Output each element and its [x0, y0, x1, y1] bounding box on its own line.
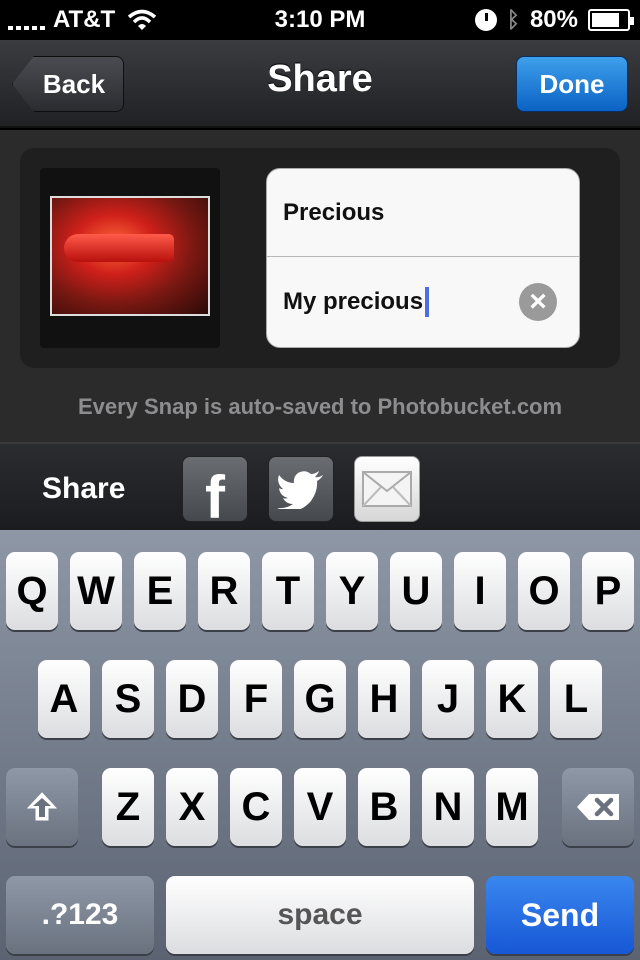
title-field[interactable]: Precious — [267, 169, 579, 257]
key-r[interactable]: R — [198, 552, 250, 630]
photo-subject — [64, 234, 174, 262]
autosave-note: Every Snap is auto-saved to Photobucket.… — [77, 394, 563, 419]
key-p[interactable]: P — [582, 552, 634, 630]
key-j[interactable]: J — [422, 660, 474, 738]
status-right: ᛒ 80% — [474, 6, 634, 34]
key-u[interactable]: U — [390, 552, 442, 630]
text-fields: Precious My precious × — [266, 168, 580, 348]
alarm-clock-icon — [474, 9, 497, 31]
send-key[interactable]: Send — [486, 876, 634, 954]
key-b[interactable]: B — [358, 768, 410, 846]
key-a[interactable]: A — [38, 660, 90, 738]
snap-card: Precious My precious × — [20, 148, 620, 368]
key-f[interactable]: F — [230, 660, 282, 738]
keyboard: Q W E R T Y U I O P A S D F G H J K L Z … — [0, 530, 640, 960]
twitter-bird-shape — [277, 471, 323, 509]
shift-arrow-shape — [26, 792, 58, 821]
key-l[interactable]: L — [550, 660, 602, 738]
key-m[interactable]: M — [486, 768, 538, 846]
key-s[interactable]: S — [102, 660, 154, 738]
key-h[interactable]: H — [358, 660, 410, 738]
key-y[interactable]: Y — [326, 552, 378, 630]
key-k[interactable]: K — [486, 660, 538, 738]
shift-arrow-icon[interactable] — [6, 768, 78, 846]
space-key[interactable]: space — [166, 876, 474, 954]
key-v[interactable]: V — [294, 768, 346, 846]
photo-frame[interactable] — [40, 168, 220, 348]
title-field-value: Precious — [283, 198, 385, 226]
key-g[interactable]: G — [294, 660, 346, 738]
key-w[interactable]: W — [70, 552, 122, 630]
key-z[interactable]: Z — [102, 768, 154, 846]
mail-envelope-icon[interactable] — [354, 456, 420, 522]
backspace-shape — [577, 794, 619, 820]
key-t[interactable]: T — [262, 552, 314, 630]
facebook-icon[interactable]: f — [182, 456, 248, 531]
key-q[interactable]: Q — [6, 552, 58, 630]
key-i[interactable]: I — [454, 552, 506, 630]
clear-x-icon[interactable]: × — [519, 283, 557, 321]
share-label: Share — [42, 472, 126, 505]
key-e[interactable]: E — [134, 552, 186, 630]
battery-fill — [592, 13, 620, 27]
key-o[interactable]: O — [518, 552, 570, 630]
text-cursor — [425, 287, 430, 317]
backspace-icon[interactable] — [562, 768, 634, 846]
caption-field-value: My precious — [283, 288, 424, 315]
share-content: Precious My precious × Every Snap is aut… — [0, 130, 640, 442]
status-bar: AT&T 3:10 PM ᛒ 80% — [0, 0, 640, 40]
envelope-shape — [362, 471, 412, 507]
numbers-key[interactable]: .?123 — [6, 876, 154, 954]
navigation-bar: Back Share Done — [0, 40, 640, 128]
share-bar: Share f — [0, 442, 640, 531]
photo-thumbnail — [50, 196, 210, 316]
key-n[interactable]: N — [422, 768, 474, 846]
key-x[interactable]: X — [166, 768, 218, 846]
bluetooth-icon: ᛒ — [506, 7, 520, 32]
key-c[interactable]: C — [230, 768, 282, 846]
battery-icon — [588, 9, 634, 31]
key-d[interactable]: D — [166, 660, 218, 738]
done-button[interactable]: Done — [516, 56, 628, 112]
twitter-bird-icon[interactable] — [268, 456, 334, 522]
battery-percent: 80% — [529, 6, 578, 33]
